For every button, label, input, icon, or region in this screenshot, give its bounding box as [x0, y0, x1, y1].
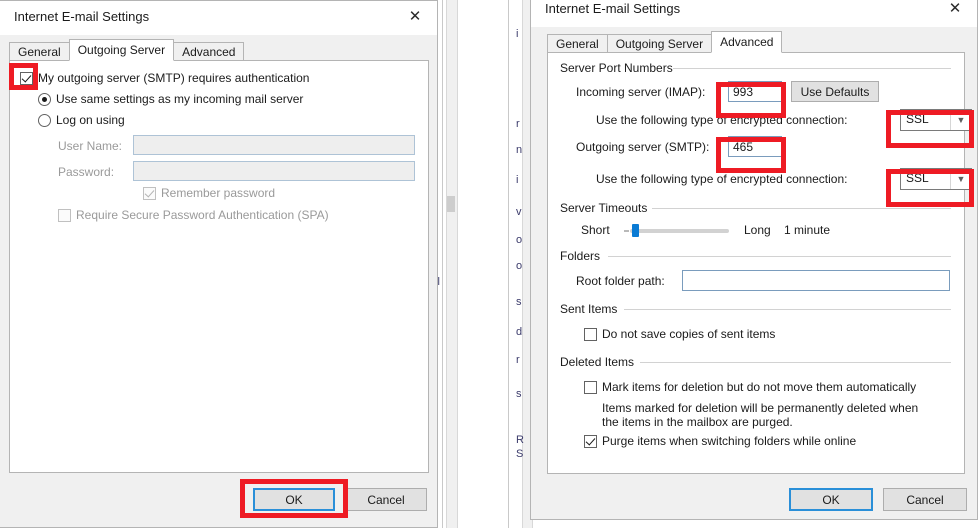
- incoming-encryption-label: Use the following type of encrypted conn…: [596, 113, 848, 127]
- do-not-save-sent-checkbox[interactable]: [584, 328, 597, 341]
- outgoing-server-dialog: Internet E-mail Settings ✕ General Outgo…: [0, 0, 438, 528]
- background-edge-left: [442, 0, 443, 528]
- timeout-slider-track[interactable]: [630, 229, 729, 233]
- background-text-fragment: s: [516, 388, 522, 400]
- server-timeouts-rule: [652, 208, 951, 209]
- log-on-using-label: Log on using: [56, 113, 125, 127]
- timeout-short-label: Short: [581, 223, 610, 237]
- left-dialog-tabstrip: General Outgoing Server Advanced: [9, 39, 245, 61]
- outgoing-server-port-input[interactable]: [728, 136, 782, 157]
- advanced-settings-dialog: Internet E-mail Settings ✕ General Outgo…: [530, 0, 978, 520]
- background-text-fragment: R: [516, 434, 524, 446]
- smtp-requires-auth-checkbox[interactable]: [20, 72, 33, 85]
- do-not-save-sent-label: Do not save copies of sent items: [602, 327, 776, 341]
- outgoing-encryption-label: Use the following type of encrypted conn…: [596, 172, 848, 186]
- background-text-fragment: S: [516, 448, 524, 460]
- timeout-value-label: 1 minute: [784, 223, 831, 237]
- chevron-down-icon[interactable]: ▼: [950, 110, 971, 130]
- background-text-fragment: s: [516, 296, 522, 308]
- tab-outgoing-server[interactable]: Outgoing Server: [68, 39, 175, 61]
- background-scrollbar-left: [446, 0, 458, 528]
- deleted-items-note-line1: Items marked for deletion will be perman…: [602, 401, 919, 415]
- advanced-tabpanel: Server Port Numbers Incoming server (IMA…: [547, 52, 972, 474]
- background-text-fragment: i: [516, 28, 519, 40]
- mark-items-deletion-label: Mark items for deletion but do not move …: [602, 380, 917, 394]
- password-input[interactable]: [133, 161, 415, 181]
- left-ok-button[interactable]: OK: [253, 488, 335, 511]
- close-icon[interactable]: ✕: [393, 1, 437, 31]
- left-dialog-title: Internet E-mail Settings: [14, 9, 150, 24]
- background-text-fragment: v: [516, 206, 522, 218]
- background-scrollbar-thumb-left[interactable]: [447, 196, 455, 212]
- remember-password-label: Remember password: [161, 186, 276, 200]
- folders-caption: Folders: [560, 249, 606, 263]
- smtp-requires-auth-label: My outgoing server (SMTP) requires authe…: [38, 71, 310, 85]
- tab-advanced[interactable]: Advanced: [711, 31, 783, 53]
- tab-outgoing-server[interactable]: Outgoing Server: [606, 34, 713, 53]
- password-label: Password:: [58, 165, 115, 179]
- user-name-input[interactable]: [133, 135, 415, 155]
- right-cancel-button[interactable]: Cancel: [883, 488, 967, 511]
- slider-tick: [624, 230, 629, 232]
- background-text-fragment: r: [516, 118, 520, 130]
- background-text-fragment: n: [516, 144, 523, 156]
- sent-items-rule: [624, 309, 951, 310]
- tab-general[interactable]: General: [547, 34, 608, 53]
- background-edge-mid: [508, 0, 509, 528]
- background-text-fragment: o: [516, 234, 523, 246]
- timeout-slider-thumb[interactable]: [632, 224, 639, 237]
- require-spa-label: Require Secure Password Authentication (…: [76, 208, 329, 222]
- remember-password-checkbox[interactable]: [143, 187, 156, 200]
- outgoing-server-label: Outgoing server (SMTP):: [576, 140, 710, 154]
- chevron-down-icon[interactable]: ▼: [950, 169, 971, 189]
- use-same-settings-label: Use same settings as my incoming mail se…: [56, 92, 304, 106]
- background-text-fragment: r: [516, 354, 520, 366]
- root-folder-path-label: Root folder path:: [576, 274, 665, 288]
- outgoing-server-tabpanel: My outgoing server (SMTP) requires authe…: [9, 60, 429, 473]
- background-text-fragment: d: [516, 326, 523, 338]
- deleted-items-caption: Deleted Items: [560, 355, 640, 369]
- background-text-fragment: o: [516, 260, 523, 272]
- background-text-fragment: i: [516, 174, 519, 186]
- folders-rule: [608, 256, 951, 257]
- right-dialog-tabstrip: General Outgoing Server Advanced: [547, 31, 783, 53]
- close-icon[interactable]: ✕: [933, 0, 977, 23]
- tab-advanced[interactable]: Advanced: [173, 42, 245, 61]
- server-timeouts-caption: Server Timeouts: [560, 201, 653, 215]
- outgoing-encryption-value: SSL: [906, 171, 929, 185]
- mark-items-deletion-checkbox[interactable]: [584, 381, 597, 394]
- timeout-long-label: Long: [744, 223, 771, 237]
- use-same-settings-radio[interactable]: [38, 93, 51, 106]
- purge-on-switch-checkbox[interactable]: [584, 435, 597, 448]
- log-on-using-radio[interactable]: [38, 114, 51, 127]
- incoming-encryption-value: SSL: [906, 112, 929, 126]
- user-name-label: User Name:: [58, 139, 123, 153]
- require-spa-checkbox[interactable]: [58, 209, 71, 222]
- right-dialog-title: Internet E-mail Settings: [545, 1, 681, 16]
- sent-items-caption: Sent Items: [560, 302, 623, 316]
- left-dialog-titlebar: Internet E-mail Settings ✕: [0, 1, 437, 35]
- tab-general[interactable]: General: [9, 42, 70, 61]
- deleted-items-rule: [640, 362, 951, 363]
- incoming-server-port-input[interactable]: [728, 81, 782, 102]
- purge-on-switch-label: Purge items when switching folders while…: [602, 434, 857, 448]
- server-port-numbers-caption: Server Port Numbers: [560, 61, 678, 75]
- right-dialog-titlebar: Internet E-mail Settings ✕: [531, 0, 977, 27]
- incoming-server-label: Incoming server (IMAP):: [576, 85, 706, 99]
- outgoing-encryption-select[interactable]: SSL ▼: [900, 168, 972, 190]
- left-cancel-button[interactable]: Cancel: [345, 488, 427, 511]
- deleted-items-note-line2: the items in the mailbox are purged.: [602, 415, 793, 429]
- server-port-numbers-rule: [673, 68, 951, 69]
- root-folder-path-input[interactable]: [682, 270, 950, 291]
- incoming-encryption-select[interactable]: SSL ▼: [900, 109, 972, 131]
- use-defaults-button[interactable]: Use Defaults: [791, 81, 879, 102]
- right-ok-button[interactable]: OK: [789, 488, 873, 511]
